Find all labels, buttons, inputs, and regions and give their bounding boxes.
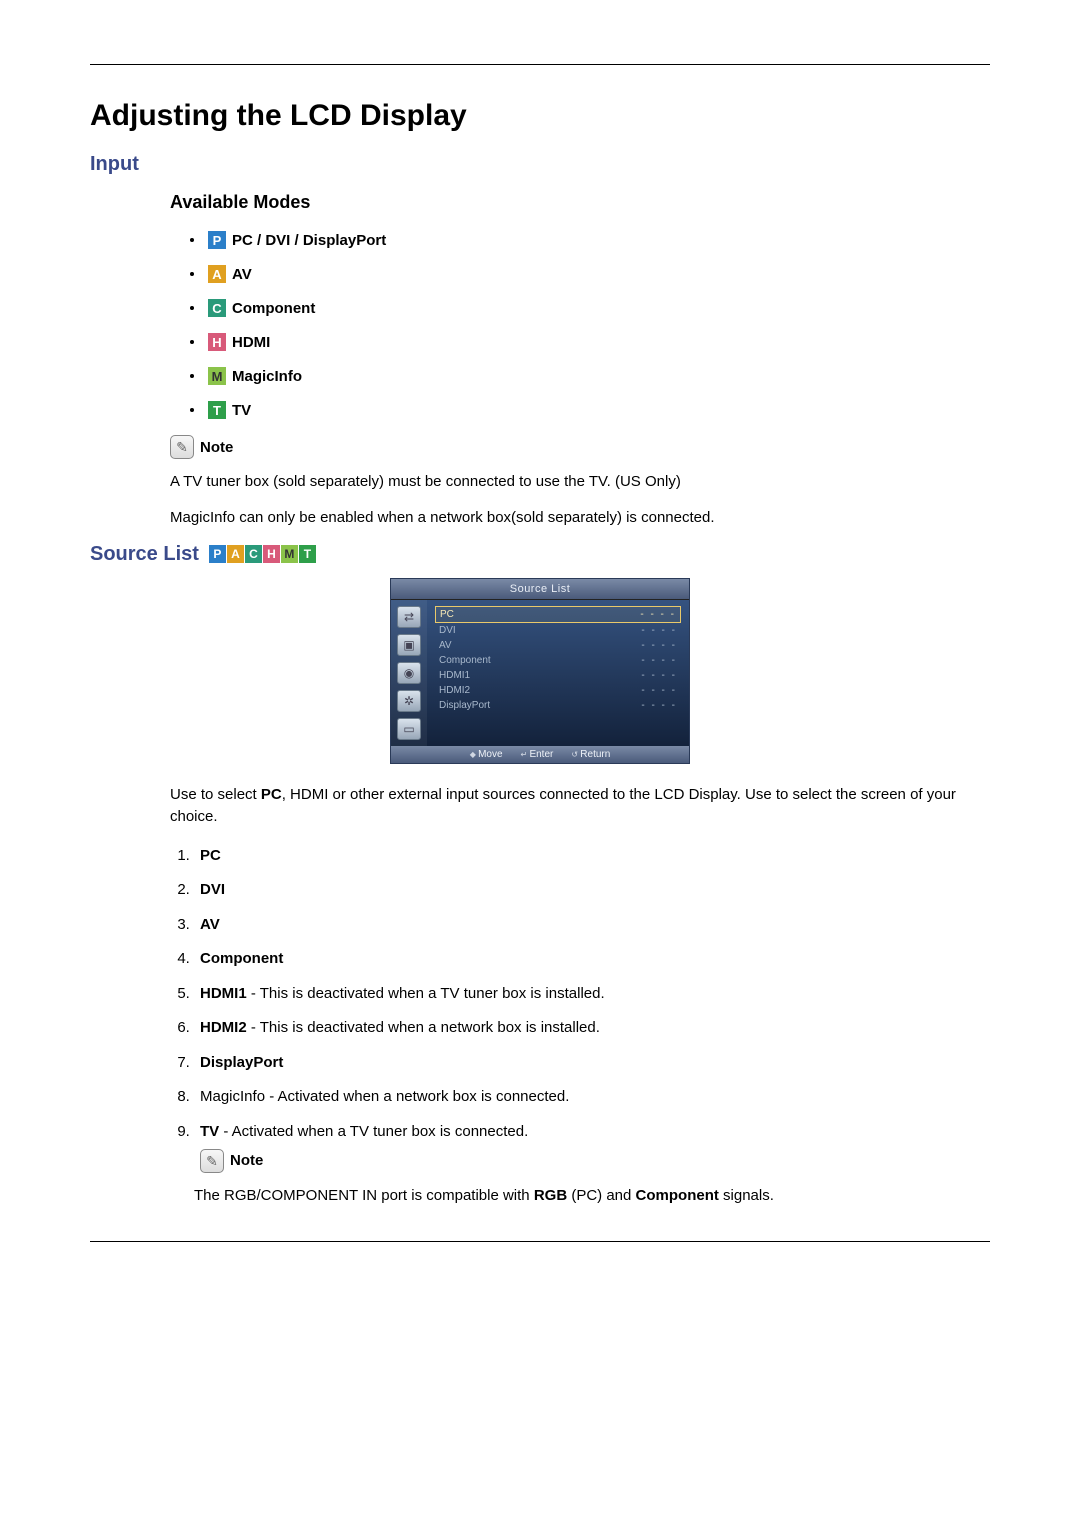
badge-m-icon: M	[208, 367, 226, 385]
note-text: MagicInfo can only be enabled when a net…	[170, 507, 990, 529]
source-badge-strip: P A C H M T	[209, 545, 316, 563]
badge-h-icon: H	[208, 333, 226, 351]
osd-item-pc: PC- - - -	[435, 606, 681, 623]
mode-row: M MagicInfo	[190, 367, 990, 385]
bullet-icon	[190, 238, 194, 242]
osd-picture-icon: ▣	[397, 634, 421, 656]
osd-item-hdmi2: HDMI2- - - -	[435, 683, 681, 698]
mode-label: Component	[232, 300, 315, 317]
badge-a-icon: A	[227, 545, 244, 563]
note-row-inline: ✎ Note	[200, 1149, 990, 1173]
badge-t-icon: T	[299, 545, 316, 563]
osd-list: PC- - - - DVI- - - - AV- - - - Component…	[427, 600, 689, 746]
bullet-icon	[190, 306, 194, 310]
badge-p-icon: P	[209, 545, 226, 563]
badge-p-icon: P	[208, 231, 226, 249]
bullet-icon	[190, 272, 194, 276]
badge-m-icon: M	[281, 545, 298, 563]
available-modes-heading: Available Modes	[170, 192, 990, 213]
bottom-rule	[90, 1241, 990, 1242]
mode-row: P PC / DVI / DisplayPort	[190, 231, 990, 249]
note-label: Note	[230, 1150, 263, 1173]
available-modes-list: P PC / DVI / DisplayPort A AV C Componen…	[190, 231, 990, 419]
osd-footer-return: Return	[571, 749, 610, 760]
note-label: Note	[200, 439, 233, 456]
list-item: TV - Activated when a TV tuner box is co…	[194, 1121, 990, 1174]
osd-multi-icon: ▭	[397, 718, 421, 740]
source-list-heading: Source List	[90, 543, 199, 566]
list-item: MagicInfo - Activated when a network box…	[194, 1086, 990, 1109]
badge-a-icon: A	[208, 265, 226, 283]
mode-label: AV	[232, 266, 252, 283]
osd-item-displayport: DisplayPort- - - -	[435, 698, 681, 713]
osd-item-av: AV- - - -	[435, 638, 681, 653]
osd-item-hdmi1: HDMI1- - - -	[435, 668, 681, 683]
osd-setup-icon: ✲	[397, 690, 421, 712]
mode-row: A AV	[190, 265, 990, 283]
mode-row: C Component	[190, 299, 990, 317]
note-row: ✎ Note	[170, 435, 990, 459]
osd-title: Source List	[391, 579, 689, 600]
osd-item-dvi: DVI- - - -	[435, 623, 681, 638]
mode-label: MagicInfo	[232, 368, 302, 385]
list-item: HDMI1 - This is deactivated when a TV tu…	[194, 983, 990, 1006]
bullet-icon	[190, 408, 194, 412]
badge-c-icon: C	[208, 299, 226, 317]
page-title: Adjusting the LCD Display	[90, 99, 990, 133]
mode-label: PC / DVI / DisplayPort	[232, 232, 386, 249]
note-text: A TV tuner box (sold separately) must be…	[170, 471, 990, 493]
badge-h-icon: H	[263, 545, 280, 563]
mode-row: T TV	[190, 401, 990, 419]
mode-row: H HDMI	[190, 333, 990, 351]
bottom-note-text: The RGB/COMPONENT IN port is compatible …	[194, 1185, 990, 1207]
bullet-icon	[190, 374, 194, 378]
input-heading: Input	[90, 153, 990, 176]
osd-item-component: Component- - - -	[435, 653, 681, 668]
osd-input-icon: ⇄	[397, 606, 421, 628]
list-item: DVI	[194, 879, 990, 902]
osd-sidebar: ⇄ ▣ ◉ ✲ ▭	[391, 600, 427, 746]
osd-footer-enter: Enter	[521, 749, 554, 760]
osd-sound-icon: ◉	[397, 662, 421, 684]
note-icon: ✎	[200, 1149, 224, 1173]
badge-c-icon: C	[245, 545, 262, 563]
bullet-icon	[190, 340, 194, 344]
badge-t-icon: T	[208, 401, 226, 419]
source-description: Use to select PC, HDMI or other external…	[170, 784, 990, 829]
list-item: Component	[194, 948, 990, 971]
source-list-heading-row: Source List P A C H M T	[90, 543, 990, 566]
osd-footer-move: Move	[470, 749, 503, 760]
mode-label: HDMI	[232, 334, 270, 351]
list-item: PC	[194, 845, 990, 868]
osd-footer: Move Enter Return	[391, 746, 689, 763]
note-icon: ✎	[170, 435, 194, 459]
osd-screenshot: Source List ⇄ ▣ ◉ ✲ ▭ PC- - - - DVI- - -…	[390, 578, 690, 764]
list-item: HDMI2 - This is deactivated when a netwo…	[194, 1017, 990, 1040]
list-item: AV	[194, 914, 990, 937]
mode-label: TV	[232, 402, 251, 419]
source-ordered-list: PC DVI AV Component HDMI1 - This is deac…	[194, 845, 990, 1174]
list-item: DisplayPort	[194, 1052, 990, 1075]
top-rule	[90, 64, 990, 65]
